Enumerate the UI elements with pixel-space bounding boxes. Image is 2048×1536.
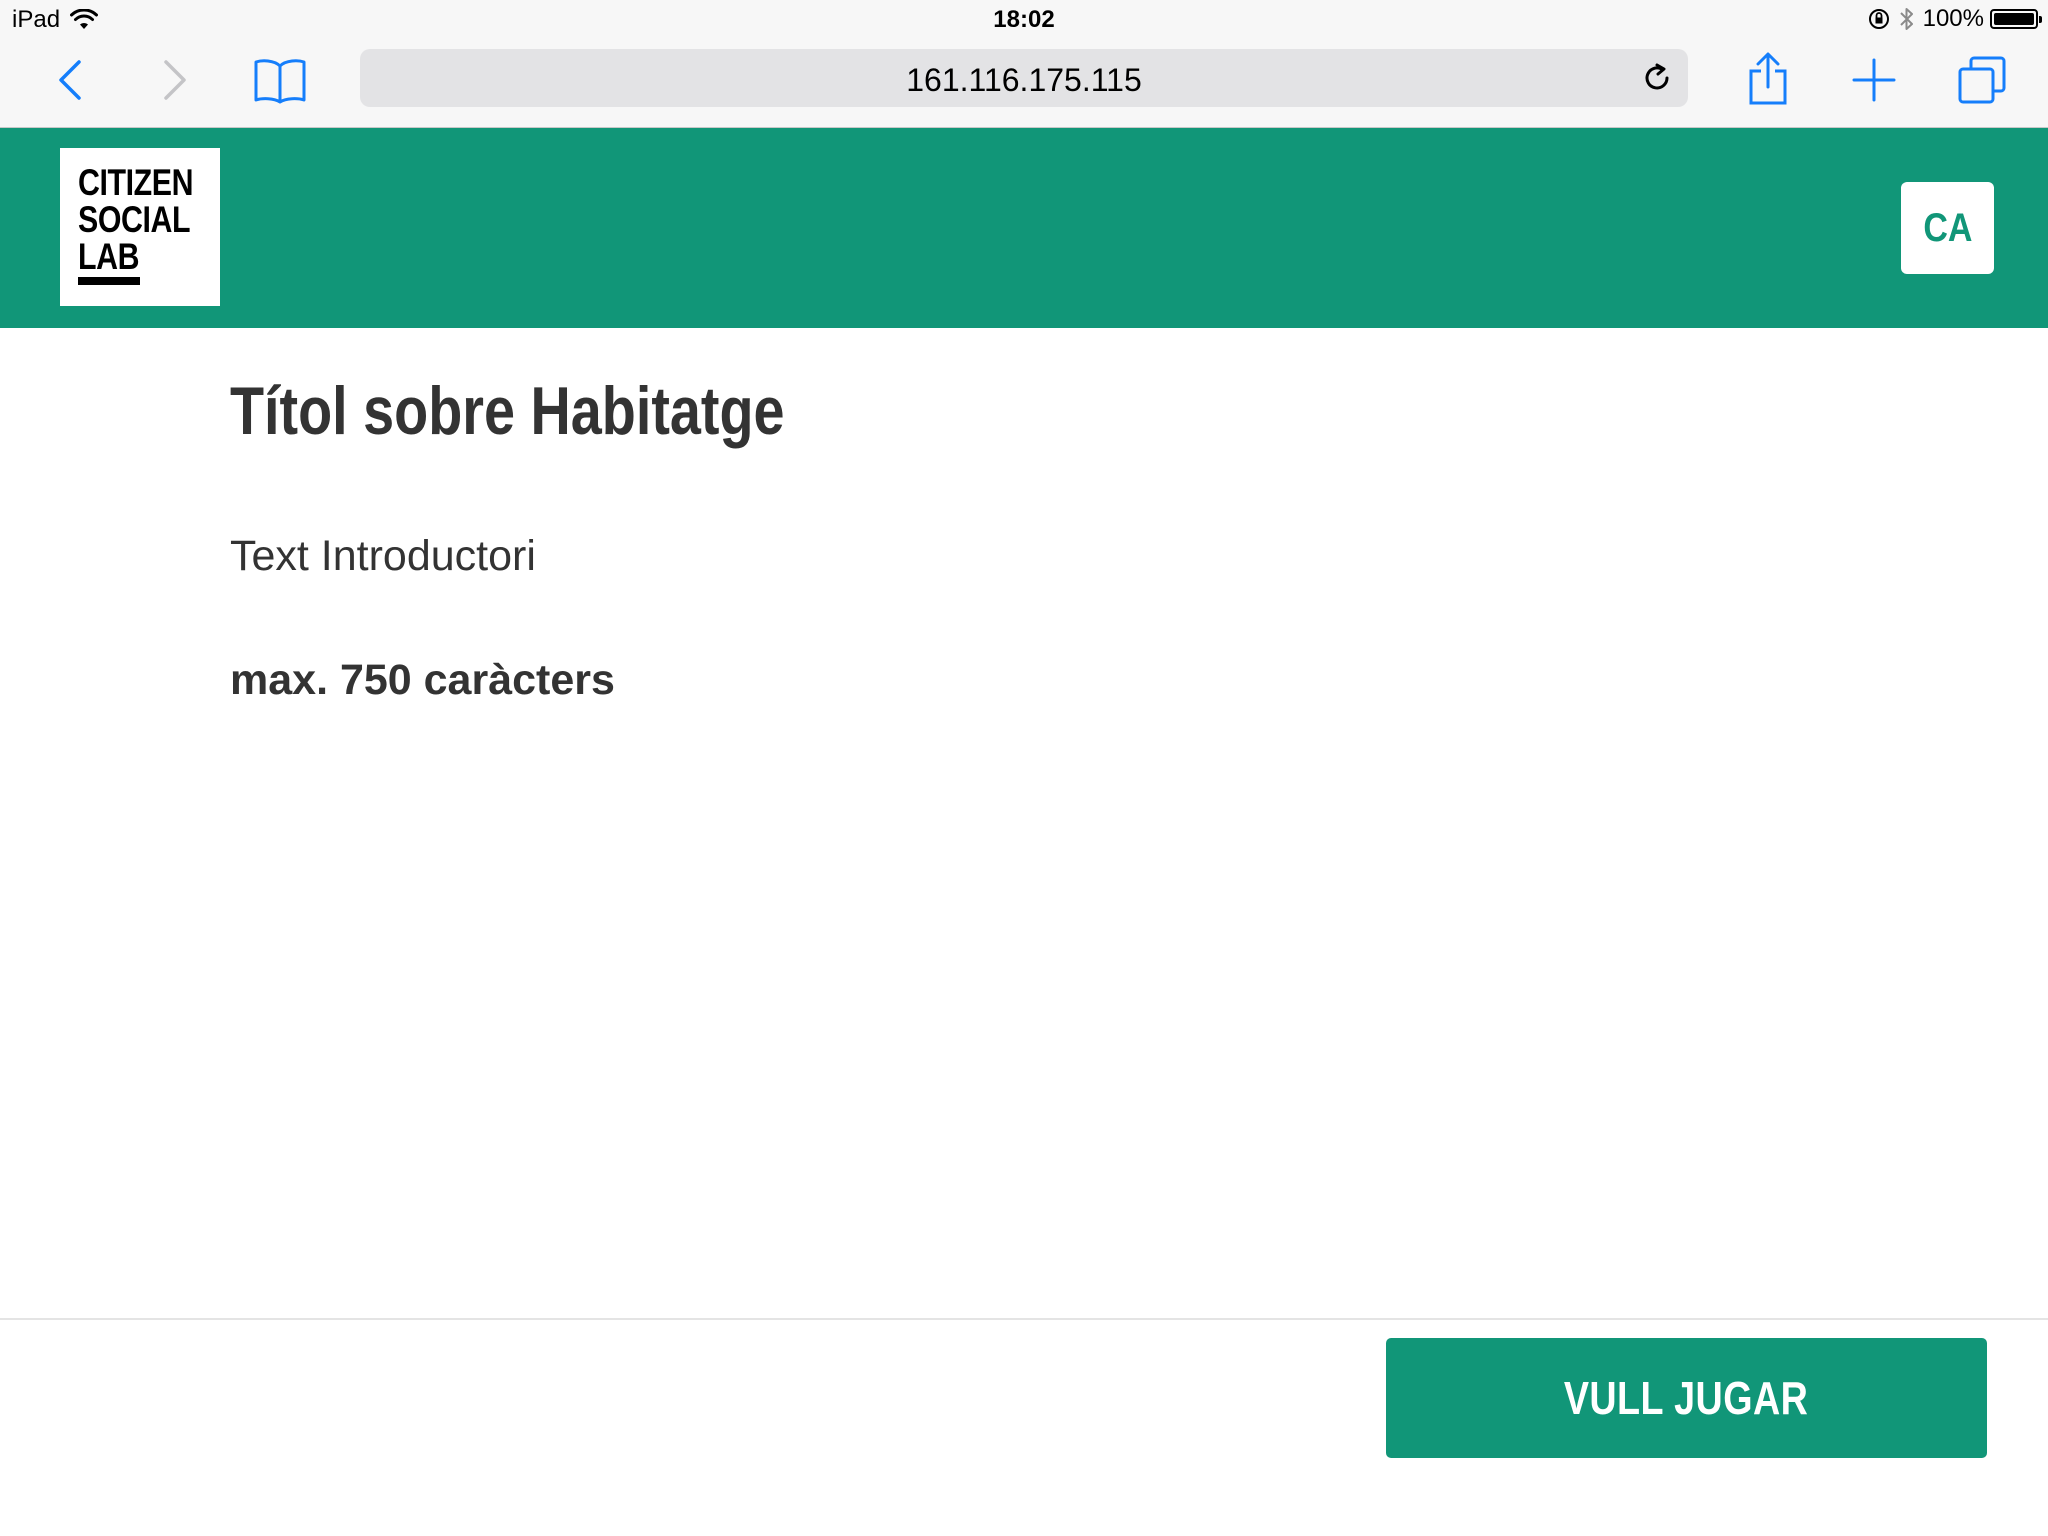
share-button[interactable] (1740, 48, 1796, 110)
tabs-icon (1958, 56, 2006, 104)
battery-percentage: 100% (1922, 5, 1984, 32)
logo-line-2: SOCIAL (78, 199, 191, 240)
status-right: 100% (1867, 5, 2042, 33)
tabs-button[interactable] (1954, 52, 2010, 108)
book-icon (254, 59, 306, 104)
battery-fill (1994, 13, 2034, 25)
play-button[interactable]: VULL JUGAR (1386, 1338, 1987, 1458)
citizen-social-lab-logo[interactable]: CITIZEN SOCIAL LAB (60, 148, 220, 306)
site-header: CITIZEN SOCIAL LAB CA (0, 128, 2048, 328)
bookmarks-button[interactable] (250, 52, 310, 108)
logo-line-3: LAB (78, 236, 140, 277)
orientation-lock-icon (1868, 9, 1889, 29)
chevron-left-icon (59, 60, 81, 100)
back-button[interactable] (50, 54, 90, 106)
chevron-right-icon (164, 60, 186, 100)
reload-button[interactable] (1638, 59, 1676, 97)
reload-icon (1645, 63, 1669, 90)
share-icon (1749, 52, 1787, 105)
language-selector[interactable]: CA (1901, 182, 1994, 274)
battery-icon (1990, 9, 2042, 29)
status-time: 18:02 (993, 6, 1055, 33)
intro-text: Text Introductori (230, 532, 536, 580)
character-limit-text: max. 750 caràcters (230, 656, 615, 704)
new-tab-button[interactable] (1848, 54, 1900, 106)
logo-underline (78, 277, 140, 285)
status-bar: iPad 18:02 100% (0, 0, 2048, 40)
play-button-label: VULL JUGAR (1564, 1372, 1809, 1424)
logo-line-1: CITIZEN (78, 162, 194, 203)
url-text: 161.116.175.115 (906, 62, 1142, 98)
address-bar[interactable]: 161.116.175.115 (360, 49, 1688, 107)
language-label: CA (1922, 205, 1973, 250)
browser-toolbar: 161.116.175.115 (0, 40, 2048, 128)
bluetooth-icon (1899, 8, 1913, 30)
footer-divider (0, 1318, 2048, 1320)
forward-button[interactable] (155, 54, 195, 106)
page-title: Títol sobre Habitatge (230, 373, 785, 449)
plus-icon (1852, 58, 1896, 102)
